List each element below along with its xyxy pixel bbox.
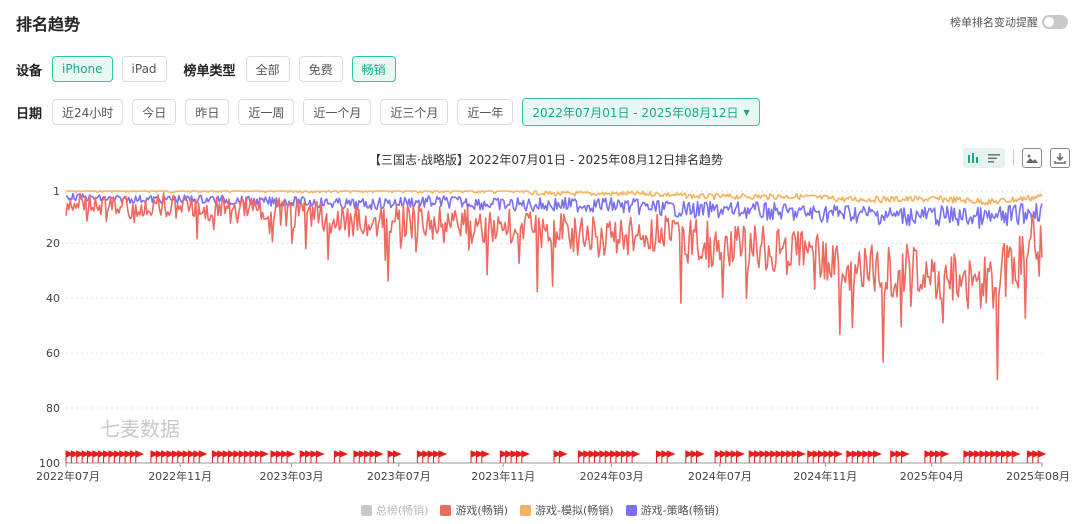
y-tick-label: 1 <box>53 185 60 198</box>
y-tick-label: 100 <box>39 457 60 470</box>
watermark: 七麦数据 <box>100 417 180 441</box>
event-flag-icon <box>695 450 705 463</box>
x-tick-label: 2025年04月 <box>900 469 964 483</box>
event-flag-icon <box>666 450 676 463</box>
event-flag-icon <box>797 450 806 463</box>
event-flag-icon <box>1037 450 1047 463</box>
event-flag-icon <box>1011 450 1021 463</box>
legend-swatch-games <box>440 504 452 516</box>
x-tick-label: 2023年03月 <box>259 469 323 483</box>
series-line <box>65 192 1043 381</box>
event-flag-icon <box>873 450 882 463</box>
event-flag-icon <box>135 450 145 463</box>
x-tick-label: 2024年03月 <box>580 469 644 483</box>
legend-swatch-overall <box>360 504 372 516</box>
x-tick-label: 2023年11月 <box>471 469 535 483</box>
event-flag-icon <box>631 450 641 463</box>
event-flag-icon <box>834 450 843 463</box>
y-tick-label: 60 <box>46 347 60 360</box>
legend-item-games[interactable]: 游戏(畅销) <box>440 502 508 518</box>
x-tick-label: 2024年07月 <box>688 469 752 483</box>
legend-swatch-strategy <box>625 504 637 516</box>
x-tick-label: 2023年07月 <box>367 469 431 483</box>
event-flag-icon <box>198 450 208 463</box>
event-flag-icon <box>260 450 269 463</box>
x-tick-label: 2022年07月 <box>36 469 100 483</box>
chart-legend: 总榜(畅销) 游戏(畅销) 游戏-模拟(畅销) 游戏-策略(畅销) <box>0 502 1080 518</box>
legend-swatch-simulation <box>520 504 532 516</box>
event-flag-icon <box>374 450 384 463</box>
x-tick-label: 2025年08月 <box>1006 469 1070 483</box>
event-flag-icon <box>286 450 296 463</box>
event-flag-icon <box>392 450 402 463</box>
event-flag-icon <box>438 450 448 463</box>
legend-label-simulation: 游戏-模拟(畅销) <box>535 504 614 517</box>
event-flag-icon <box>315 450 325 463</box>
x-tick-label: 2024年11月 <box>793 469 857 483</box>
legend-item-overall[interactable]: 总榜(畅销) <box>360 502 429 518</box>
event-flag-icon <box>339 450 349 463</box>
x-tick-label: 2022年11月 <box>148 469 212 483</box>
legend-label-overall: 总榜(畅销) <box>375 504 429 517</box>
legend-item-simulation[interactable]: 游戏-模拟(畅销) <box>520 502 614 518</box>
event-flag-icon <box>900 450 910 463</box>
event-flag-icon <box>558 450 568 463</box>
legend-label-strategy: 游戏-策略(畅销) <box>640 504 720 517</box>
legend-label-games: 游戏(畅销) <box>455 504 509 517</box>
event-flag-icon <box>736 450 745 463</box>
y-tick-label: 20 <box>46 237 60 250</box>
event-flag-icon <box>481 450 491 463</box>
event-flag-icon <box>521 450 531 463</box>
rank-trend-chart: 1 20 40 60 80 100 2022年07月 2022年11月 2023年03月 202… <box>36 185 1070 483</box>
y-tick-label: 80 <box>46 402 60 415</box>
event-flag-icon <box>940 450 950 463</box>
y-tick-label: 40 <box>46 292 60 305</box>
legend-item-strategy[interactable]: 游戏-策略(畅销) <box>625 502 720 518</box>
